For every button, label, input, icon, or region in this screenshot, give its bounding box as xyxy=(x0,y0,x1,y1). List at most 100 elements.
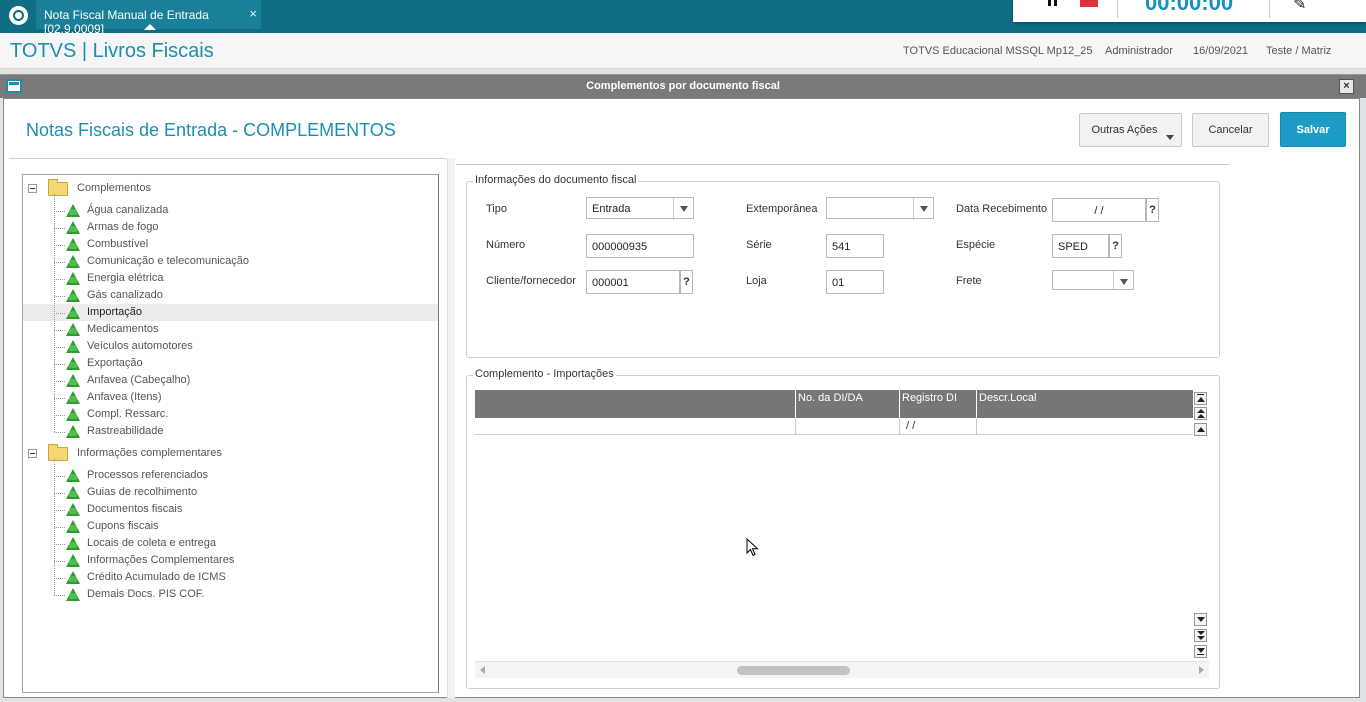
grid-col-header[interactable]: Descr.Local xyxy=(976,390,1193,418)
tree-item-label: Rastreabilidade xyxy=(87,425,164,437)
tipo-label: Tipo xyxy=(486,203,507,215)
tipo-select[interactable]: Entrada xyxy=(586,197,694,220)
especie-help-button[interactable]: ? xyxy=(1109,234,1122,258)
tree-group-group2[interactable]: Informações complementares xyxy=(23,444,438,462)
tree-item-label: Documentos fiscais xyxy=(87,503,183,515)
tree-item[interactable]: Guias de recolhimento xyxy=(23,484,438,501)
grid-cell[interactable] xyxy=(795,418,899,435)
grid-cell[interactable] xyxy=(475,418,795,435)
tree-item[interactable]: Exportação xyxy=(23,355,438,372)
tree-item-label: Anfavea (Itens) xyxy=(87,391,162,403)
chevron-down-icon xyxy=(913,198,933,220)
tree-item-label: Comunicação e telecomunicação xyxy=(87,255,250,267)
grid-header: No. da DI/DA Registro DI Descr.Local xyxy=(475,390,1193,418)
tree-item-label: Veículos automotores xyxy=(87,340,193,352)
extemporanea-label: Extemporânea xyxy=(746,203,818,215)
tree-connector xyxy=(54,330,65,331)
tree-item[interactable]: Compl. Ressarc. xyxy=(23,406,438,423)
tree-item[interactable]: Medicamentos xyxy=(23,321,438,338)
date-label[interactable]: 16/09/2021 xyxy=(1193,45,1248,57)
frete-select[interactable] xyxy=(1052,270,1134,290)
table-row[interactable]: / / xyxy=(475,418,1193,435)
green-triangle-icon xyxy=(66,537,80,550)
chevron-down-icon xyxy=(1166,135,1174,140)
tree-item[interactable]: Anfavea (Cabeçalho) xyxy=(23,372,438,389)
tree-item[interactable]: Cupons fiscais xyxy=(23,518,438,535)
collapse-icon[interactable] xyxy=(28,449,37,458)
scroll-down-icon[interactable] xyxy=(1194,613,1207,626)
green-triangle-icon xyxy=(66,357,80,370)
tree-item[interactable]: Crédito Acumulado de ICMS xyxy=(23,569,438,586)
tree-item[interactable]: Armas de fogo xyxy=(23,219,438,236)
numero-field[interactable]: 000000935 xyxy=(586,234,694,258)
panel-splitter[interactable] xyxy=(447,158,455,698)
grid-vertical-scrollbar[interactable] xyxy=(1193,390,1209,660)
scroll-bottom-icon[interactable] xyxy=(1194,645,1207,658)
cliente-help-button[interactable]: ? xyxy=(680,270,693,294)
user-label[interactable]: Administrador xyxy=(1105,45,1173,57)
grid-col-header[interactable]: No. da DI/DA xyxy=(795,390,899,418)
tree-item[interactable]: Importação xyxy=(23,304,438,321)
environment-label[interactable]: TOTVS Educacional MSSQL Mp12_25 xyxy=(903,45,1093,57)
tree-item[interactable]: Energia elétrica xyxy=(23,270,438,287)
outras-acoes-button[interactable]: Outras Ações xyxy=(1079,113,1182,147)
tree-item[interactable]: Processos referenciados xyxy=(23,467,438,484)
tree-item[interactable]: Comunicação e telecomunicação xyxy=(23,253,438,270)
pause-icon[interactable] xyxy=(1048,0,1058,8)
tree-item[interactable]: Água canalizada xyxy=(23,202,438,219)
tree-item[interactable]: Veículos automotores xyxy=(23,338,438,355)
cliente-field[interactable]: 000001 xyxy=(586,270,680,294)
tree-connector xyxy=(54,296,65,297)
tab-close-icon[interactable]: × xyxy=(249,6,257,21)
grid-horizontal-scrollbar[interactable] xyxy=(475,661,1209,678)
timer-display: 00:00:00 xyxy=(1145,0,1234,15)
extemporanea-select[interactable] xyxy=(826,197,934,220)
divider xyxy=(1269,0,1270,18)
cliente-label: Cliente/fornecedor xyxy=(486,275,576,287)
grid-col-header[interactable]: Registro DI xyxy=(899,390,976,418)
page-up-icon[interactable] xyxy=(1194,407,1207,420)
grid-cell[interactable]: / / xyxy=(899,418,976,435)
page-title: Notas Fiscais de Entrada - COMPLEMENTOS xyxy=(26,120,396,140)
cancel-button[interactable]: Cancelar xyxy=(1192,113,1269,147)
especie-field[interactable]: SPED xyxy=(1052,234,1109,258)
tree-connector xyxy=(54,578,65,579)
scrollbar-thumb[interactable] xyxy=(737,666,850,675)
dialog-close-button[interactable]: × xyxy=(1339,79,1354,94)
tree-item[interactable]: Locais de coleta e entrega xyxy=(23,535,438,552)
doc-info-legend: Informações do documento fiscal xyxy=(473,174,639,186)
chevron-down-icon xyxy=(1113,271,1133,289)
tree-item[interactable]: Anfavea (Itens) xyxy=(23,389,438,406)
dialog-title: Complementos por documento fiscal xyxy=(586,80,780,92)
company-label[interactable]: Teste / Matriz xyxy=(1266,45,1331,57)
pen-icon[interactable]: ✎ xyxy=(1293,0,1306,14)
tree-item[interactable]: Rastreabilidade xyxy=(23,423,438,440)
tree-item[interactable]: Gás canalizado xyxy=(23,287,438,304)
grid-cell[interactable] xyxy=(976,418,1193,435)
tree-item[interactable]: Combustível xyxy=(23,236,438,253)
tree-item[interactable]: Demais Docs. PIS COF. xyxy=(23,586,438,603)
tree-item-label: Medicamentos xyxy=(87,323,159,335)
loja-field[interactable]: 01 xyxy=(826,270,884,294)
tree-item[interactable]: Informações Complementares xyxy=(23,552,438,569)
page-down-icon[interactable] xyxy=(1194,629,1207,642)
app-header: TOTVS | Livros Fiscais TOTVS Educacional… xyxy=(0,33,1366,69)
scroll-top-icon[interactable] xyxy=(1194,392,1207,405)
tree-connector xyxy=(54,398,65,399)
grid-col-header[interactable] xyxy=(475,390,795,418)
data-recebimento-help-button[interactable]: ? xyxy=(1146,198,1159,222)
data-recebimento-field[interactable]: / / xyxy=(1052,198,1146,222)
green-triangle-icon xyxy=(66,238,80,251)
tree-item-label: Armas de fogo xyxy=(87,221,159,233)
totvs-logo-icon[interactable] xyxy=(9,6,28,25)
tree-group-group1[interactable]: Complementos xyxy=(23,179,438,197)
scroll-up-icon[interactable] xyxy=(1194,423,1207,436)
stop-icon[interactable] xyxy=(1080,0,1098,7)
scroll-left-icon[interactable] xyxy=(480,666,485,674)
collapse-icon[interactable] xyxy=(28,184,37,193)
scroll-right-icon[interactable] xyxy=(1199,666,1204,674)
tree-item[interactable]: Documentos fiscais xyxy=(23,501,438,518)
tree-item-label: Importação xyxy=(87,306,143,318)
save-button[interactable]: Salvar xyxy=(1280,112,1346,147)
serie-field[interactable]: 541 xyxy=(826,234,884,258)
